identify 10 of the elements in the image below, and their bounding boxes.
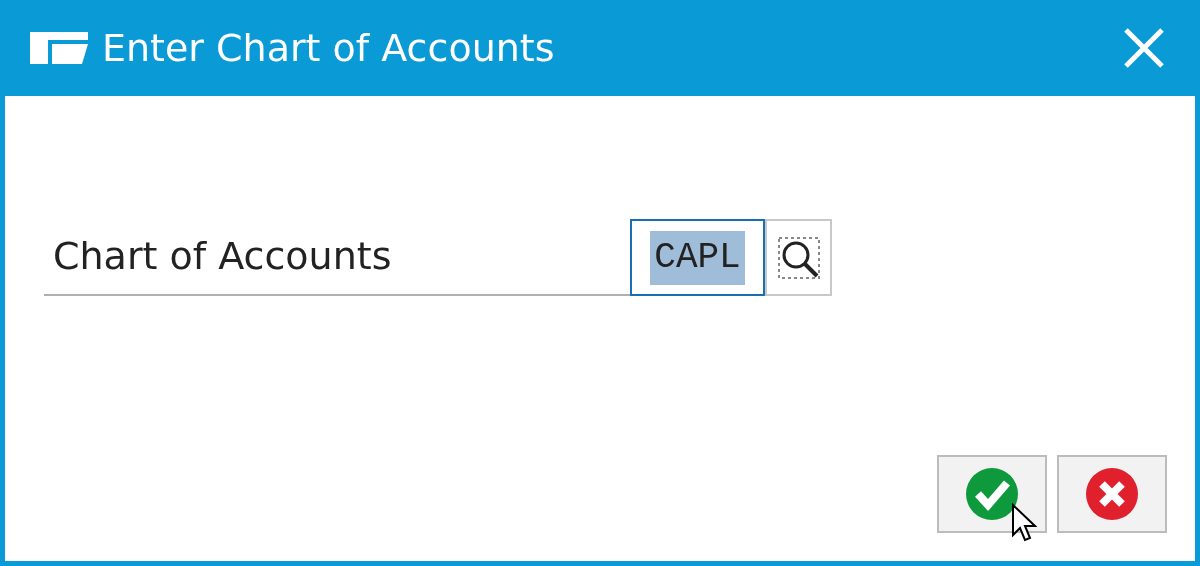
window-title: Enter Chart of Accounts (102, 29, 555, 67)
cancel-button[interactable] (1057, 455, 1167, 533)
mouse-cursor-icon (1011, 503, 1037, 543)
cancel-icon (1084, 466, 1140, 522)
check-icon (964, 466, 1020, 522)
search-icon (776, 235, 821, 280)
search-button[interactable] (765, 219, 832, 296)
window-icon (28, 30, 90, 66)
input-field[interactable]: CAPL (630, 219, 765, 296)
close-icon[interactable] (1122, 26, 1166, 70)
